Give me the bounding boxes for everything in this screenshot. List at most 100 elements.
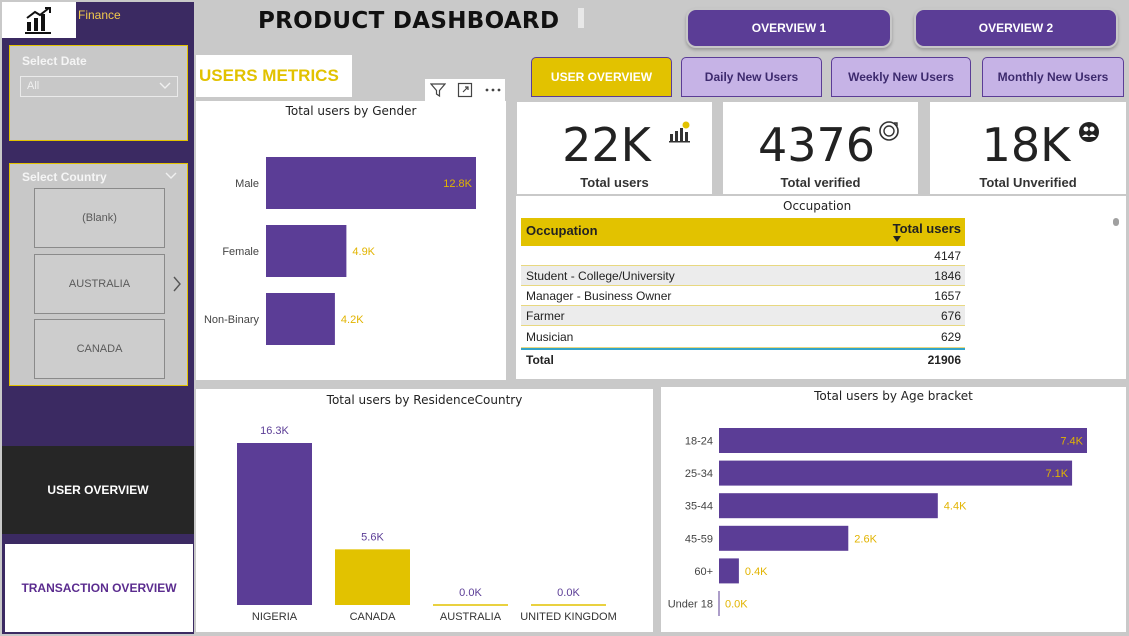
tab-monthly-new-users[interactable]: Monthly New Users (982, 57, 1124, 97)
data-label: 2.6K (854, 533, 877, 545)
table-cell: Musician (526, 329, 574, 344)
gender-chart-panel: Total users by Gender Male 12.8K Female 4.9… (196, 101, 506, 380)
data-label: 4.2K (341, 314, 364, 326)
country-option-blank[interactable]: (Blank) (34, 188, 165, 248)
kpi-total-users-label: Total users (580, 175, 649, 190)
age-bar-chart: 18-24 7.4K 25-34 7.1K 35-44 4.4K 45-59 2.6K 60+ 0… (668, 428, 1087, 616)
bar (719, 525, 849, 551)
data-label: 12.8K (443, 178, 472, 190)
gender-bar-chart: Male 12.8K Female 4.9K Non-Binary 4.2K (204, 157, 476, 345)
column-header-total-users-label: Total users (892, 221, 961, 236)
country-bar-chart: 16.3K NIGERIA 5.6K CANADA 0.0K AUSTRALIA 0.0K U… (237, 425, 617, 623)
kpi-total-verified: 4376 Total verified (723, 102, 918, 194)
kpi-total-unverified: 18K Total Unverified (930, 102, 1126, 194)
chevron-down-icon (159, 82, 171, 89)
data-label: 7.1K (1045, 468, 1068, 480)
category-label: 60+ (694, 566, 713, 578)
country-option-australia[interactable]: AUSTRALIA (34, 254, 165, 314)
table-cell: 629 (940, 329, 961, 344)
country-chart-panel: Total users by ResidenceCountry 16.3K NIG… (196, 389, 653, 632)
category-label: AUSTRALIA (440, 611, 502, 623)
category-label: CANADA (350, 611, 397, 623)
category-label: Female (222, 246, 259, 258)
scroll-indicator (578, 8, 584, 28)
country-slicer-title: Select Country (22, 170, 107, 184)
data-label: 7.4K (1060, 436, 1083, 448)
occupation-table-panel: Occupation Occupation Total users 4147 S… (516, 196, 1126, 379)
chart-growth-icon (669, 121, 690, 143)
table-cell: Farmer (526, 308, 565, 323)
tab-daily-new-users[interactable]: Daily New Users (681, 57, 822, 97)
bar (719, 558, 739, 584)
table-row: Musician 629 (521, 326, 965, 348)
category-label: Under 18 (668, 599, 713, 611)
date-slicer: Select Date All (9, 45, 188, 141)
overview-2-button[interactable]: OVERVIEW 2 (914, 8, 1118, 48)
table-row: Farmer 676 (521, 306, 965, 326)
table-row: 4147 (521, 246, 965, 266)
category-label: Non-Binary (204, 314, 260, 326)
table-cell: 676 (940, 308, 961, 323)
page-title: PRODUCT DASHBOARD (258, 8, 560, 34)
chevron-down-icon[interactable] (165, 172, 177, 180)
table-scrollbar[interactable] (1113, 218, 1119, 226)
filter-icon[interactable] (430, 82, 446, 98)
overview-1-button[interactable]: OVERVIEW 1 (686, 8, 892, 48)
sidebar: Finance Select Date All Select Country (… (2, 2, 194, 634)
table-cell: 1657 (934, 288, 961, 303)
data-label: 16.3K (260, 425, 289, 437)
bar (266, 225, 347, 277)
section-label: USERS METRICS (199, 66, 339, 85)
country-slicer: Select Country (Blank) AUSTRALIA CANADA (9, 163, 188, 386)
table-cell: 1846 (934, 268, 961, 283)
bar (335, 549, 410, 605)
sort-descending-icon (893, 236, 901, 242)
date-slicer-title: Select Date (22, 54, 87, 68)
table-row: Manager - Business Owner 1657 (521, 286, 965, 306)
nav-user-overview-button[interactable]: USER OVERVIEW (2, 446, 194, 534)
data-label: 0.0K (725, 599, 748, 611)
tab-weekly-new-users[interactable]: Weekly New Users (831, 57, 971, 97)
category-label: 45-59 (685, 533, 713, 545)
table-header: Occupation Total users (521, 218, 965, 246)
more-options-icon[interactable] (484, 82, 502, 98)
category-label: 35-44 (685, 501, 713, 513)
kpi-total-unverified-label: Total Unverified (979, 175, 1077, 190)
table-row: Student - College/University 1846 (521, 266, 965, 286)
bar (237, 443, 312, 605)
kpi-total-verified-label: Total verified (780, 175, 861, 190)
age-chart-panel: Total users by Age bracket 18-24 7.4K 25-3… (661, 387, 1126, 632)
data-label: 5.6K (361, 531, 384, 543)
bar (719, 493, 938, 519)
category-label: Male (235, 178, 259, 190)
verified-refresh-icon (879, 121, 899, 141)
data-label: 4.9K (352, 246, 375, 258)
data-label: 4.4K (944, 501, 967, 513)
bar (719, 460, 1073, 486)
category-label: 18-24 (685, 436, 713, 448)
brand-name: Finance (78, 8, 121, 22)
data-label: 0.0K (557, 587, 580, 599)
date-dropdown-value: All (27, 80, 40, 92)
column-header-occupation[interactable]: Occupation (521, 218, 887, 246)
nav-transaction-overview-button[interactable]: TRANSACTION OVERVIEW (5, 544, 193, 632)
column-header-total-users[interactable]: Total users (887, 218, 965, 246)
bar-chart-logo-icon (25, 7, 51, 34)
focus-mode-icon[interactable] (457, 82, 473, 98)
bar (719, 428, 1087, 453)
category-label: 25-34 (685, 468, 713, 480)
table-cell: Manager - Business Owner (526, 288, 672, 303)
table-total-value: 21906 (927, 353, 961, 367)
occupation-table-title: Occupation (783, 199, 852, 213)
chevron-right-icon[interactable] (172, 276, 182, 292)
date-dropdown[interactable]: All (20, 76, 178, 97)
country-option-canada[interactable]: CANADA (34, 319, 165, 379)
category-label: NIGERIA (252, 611, 298, 623)
data-label: 0.4K (745, 566, 768, 578)
table-cell: 4147 (934, 248, 961, 263)
category-label: UNITED KINGDOM (520, 611, 617, 623)
logo (2, 2, 76, 38)
occupation-table: Occupation Total users 4147 Student - Co… (521, 218, 965, 370)
tab-user-overview[interactable]: USER OVERVIEW (531, 57, 672, 97)
table-total-label: Total (526, 353, 554, 367)
